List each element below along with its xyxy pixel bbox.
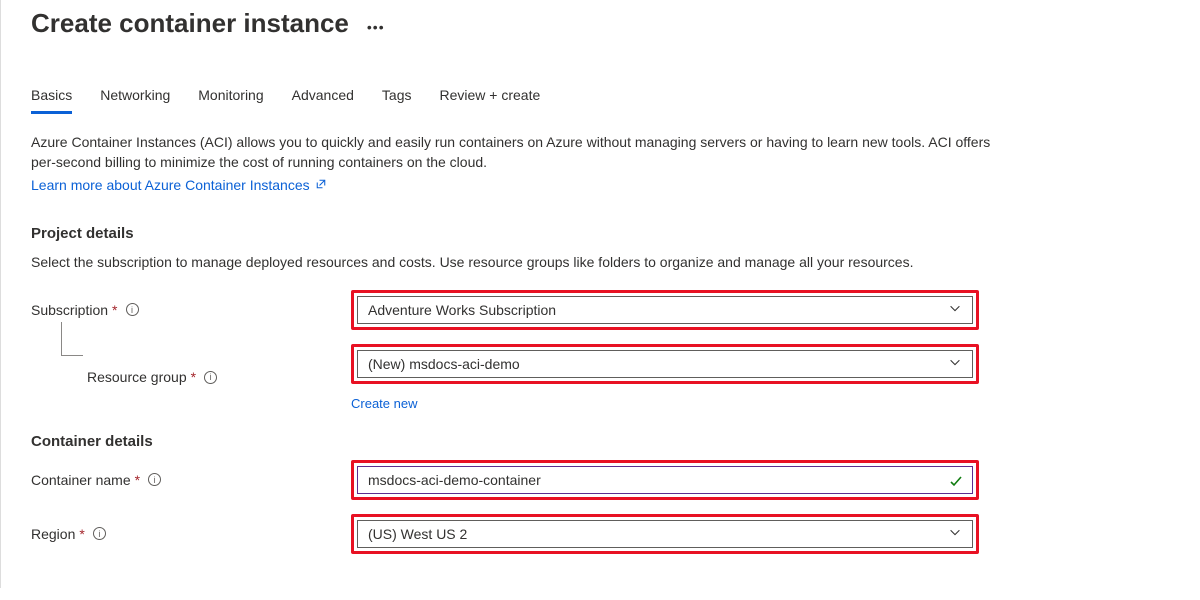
chevron-down-icon <box>948 525 962 542</box>
tab-review-create[interactable]: Review + create <box>440 87 541 114</box>
more-icon[interactable]: ••• <box>367 13 385 35</box>
container-name-input[interactable] <box>357 466 973 494</box>
resource-group-value: (New) msdocs-aci-demo <box>368 356 520 372</box>
container-name-label: Container name <box>31 472 131 488</box>
required-asterisk: * <box>112 302 117 318</box>
required-asterisk: * <box>191 369 196 385</box>
resource-group-label: Resource group <box>87 369 187 385</box>
check-icon <box>948 473 964 492</box>
info-icon[interactable]: i <box>204 371 217 384</box>
external-link-icon <box>315 177 327 193</box>
tree-elbow-icon <box>61 322 83 356</box>
subscription-select[interactable]: Adventure Works Subscription <box>357 296 973 324</box>
tab-networking[interactable]: Networking <box>100 87 170 114</box>
info-icon[interactable]: i <box>148 473 161 486</box>
required-asterisk: * <box>79 526 84 542</box>
project-details-description: Select the subscription to manage deploy… <box>31 252 1011 272</box>
tab-bar: Basics Networking Monitoring Advanced Ta… <box>31 87 1175 114</box>
tab-advanced[interactable]: Advanced <box>292 87 354 114</box>
learn-more-link[interactable]: Learn more about Azure Container Instanc… <box>31 177 327 193</box>
tab-monitoring[interactable]: Monitoring <box>198 87 263 114</box>
page-title: Create container instance <box>31 8 349 39</box>
info-icon[interactable]: i <box>126 303 139 316</box>
region-label: Region <box>31 526 75 542</box>
region-select[interactable]: (US) West US 2 <box>357 520 973 548</box>
create-new-link[interactable]: Create new <box>351 396 979 411</box>
chevron-down-icon <box>948 355 962 372</box>
region-value: (US) West US 2 <box>368 526 467 542</box>
required-asterisk: * <box>135 472 140 488</box>
chevron-down-icon <box>948 301 962 318</box>
tab-basics[interactable]: Basics <box>31 87 72 114</box>
subscription-label: Subscription <box>31 302 108 318</box>
subscription-value: Adventure Works Subscription <box>368 302 556 318</box>
project-details-heading: Project details <box>31 225 1175 242</box>
info-icon[interactable]: i <box>93 527 106 540</box>
tab-tags[interactable]: Tags <box>382 87 412 114</box>
intro-text: Azure Container Instances (ACI) allows y… <box>31 132 1011 173</box>
container-details-heading: Container details <box>31 433 1175 450</box>
learn-more-label: Learn more about Azure Container Instanc… <box>31 177 310 193</box>
resource-group-select[interactable]: (New) msdocs-aci-demo <box>357 350 973 378</box>
